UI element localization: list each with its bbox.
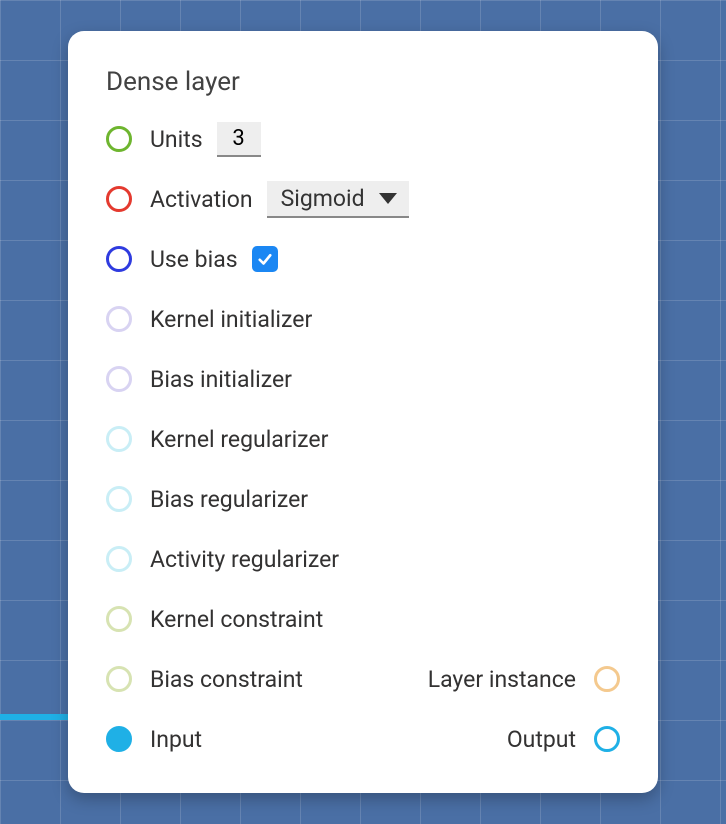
row-use-bias: Use bias [106, 237, 620, 281]
check-icon [256, 250, 274, 268]
port-kernel-initializer[interactable] [106, 306, 132, 332]
port-bias-constraint[interactable] [106, 666, 132, 692]
units-input[interactable] [217, 122, 261, 157]
label-activity-regularizer: Activity regularizer [150, 546, 339, 573]
row-input-output: Input Output [106, 717, 620, 761]
label-bias-regularizer: Bias regularizer [150, 486, 308, 513]
row-kernel-constraint: Kernel constraint [106, 597, 620, 641]
port-bias-initializer[interactable] [106, 366, 132, 392]
label-activation: Activation [150, 186, 253, 213]
label-bias-constraint: Bias constraint [150, 666, 303, 693]
port-output[interactable] [594, 726, 620, 752]
row-kernel-initializer: Kernel initializer [106, 297, 620, 341]
port-input[interactable] [106, 726, 132, 752]
activation-value: Sigmoid [281, 185, 365, 212]
port-use-bias[interactable] [106, 246, 132, 272]
label-kernel-regularizer: Kernel regularizer [150, 426, 328, 453]
label-units: Units [150, 126, 203, 153]
row-bias-constraint: Bias constraint Layer instance [106, 657, 620, 701]
row-activity-regularizer: Activity regularizer [106, 537, 620, 581]
label-kernel-initializer: Kernel initializer [150, 306, 312, 333]
label-bias-initializer: Bias initializer [150, 366, 292, 393]
row-activation: Activation Sigmoid [106, 177, 620, 221]
activation-select[interactable]: Sigmoid [267, 181, 409, 218]
label-layer-instance: Layer instance [428, 666, 576, 693]
port-kernel-constraint[interactable] [106, 606, 132, 632]
port-units[interactable] [106, 126, 132, 152]
caret-down-icon [379, 193, 397, 204]
port-layer-instance[interactable] [594, 666, 620, 692]
port-kernel-regularizer[interactable] [106, 426, 132, 452]
port-activity-regularizer[interactable] [106, 546, 132, 572]
label-output: Output [507, 726, 576, 753]
label-kernel-constraint: Kernel constraint [150, 606, 323, 633]
row-bias-initializer: Bias initializer [106, 357, 620, 401]
row-kernel-regularizer: Kernel regularizer [106, 417, 620, 461]
port-bias-regularizer[interactable] [106, 486, 132, 512]
use-bias-checkbox[interactable] [252, 246, 278, 272]
label-input: Input [150, 726, 202, 753]
port-activation[interactable] [106, 186, 132, 212]
dense-layer-card: Dense layer Units Activation Sigmoid Use… [68, 31, 658, 793]
row-bias-regularizer: Bias regularizer [106, 477, 620, 521]
card-title: Dense layer [106, 67, 620, 97]
label-use-bias: Use bias [150, 246, 238, 273]
row-units: Units [106, 117, 620, 161]
